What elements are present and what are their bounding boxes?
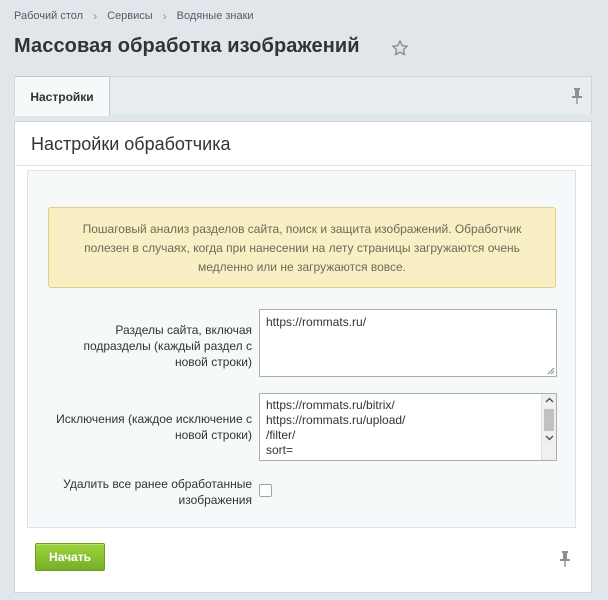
start-button[interactable]: Начать bbox=[35, 543, 105, 571]
chevron-right-icon: › bbox=[162, 9, 167, 23]
breadcrumb-item-desktop[interactable]: Рабочий стол bbox=[14, 10, 83, 22]
settings-panel: Настройки обработчика Пошаговый анализ р… bbox=[14, 121, 592, 593]
breadcrumb-item-watermarks[interactable]: Водяные знаки bbox=[177, 10, 254, 22]
divider bbox=[15, 165, 591, 166]
chevron-up-icon[interactable] bbox=[545, 397, 554, 403]
chevron-right-icon: › bbox=[93, 9, 98, 23]
exceptions-textarea[interactable]: https://rommats.ru/bitrix/ https://romma… bbox=[259, 393, 557, 461]
scrollbar-thumb[interactable] bbox=[544, 409, 554, 431]
sections-textarea[interactable]: https://rommats.ru/ bbox=[259, 309, 557, 377]
form-container: Пошаговый анализ разделов сайта, поиск и… bbox=[27, 170, 576, 528]
pin-icon[interactable] bbox=[559, 551, 571, 567]
pin-icon[interactable] bbox=[571, 88, 583, 104]
exceptions-line: sort= bbox=[266, 443, 294, 457]
sections-label: Разделы сайта, включая подразделы (кажды… bbox=[83, 323, 252, 369]
delete-processed-label: Удалить все ранее обработанные изображен… bbox=[63, 477, 252, 507]
sections-value: https://rommats.ru/ bbox=[266, 315, 367, 329]
tab-settings[interactable]: Настройки bbox=[15, 76, 110, 116]
delete-processed-checkbox[interactable] bbox=[259, 484, 272, 497]
exceptions-line: https://rommats.ru/bitrix/ bbox=[266, 398, 395, 412]
chevron-down-icon[interactable] bbox=[545, 435, 554, 441]
info-notice: Пошаговый анализ разделов сайта, поиск и… bbox=[48, 207, 556, 288]
star-icon[interactable] bbox=[391, 39, 409, 57]
exceptions-line: https://rommats.ru/upload/ bbox=[266, 413, 406, 427]
exceptions-label: Исключения (каждое исключение с новой ст… bbox=[56, 412, 252, 442]
exceptions-line: /filter/ bbox=[266, 428, 296, 442]
resize-grip-icon[interactable] bbox=[546, 366, 555, 375]
tab-bar: Настройки bbox=[14, 76, 592, 116]
breadcrumb-item-services[interactable]: Сервисы bbox=[107, 10, 153, 22]
panel-title: Настройки обработчика bbox=[31, 134, 231, 154]
page-title: Массовая обработка изображений bbox=[14, 35, 360, 57]
breadcrumb: Рабочий стол › Сервисы › Водяные знаки bbox=[14, 9, 254, 23]
scrollbar[interactable] bbox=[541, 394, 556, 460]
